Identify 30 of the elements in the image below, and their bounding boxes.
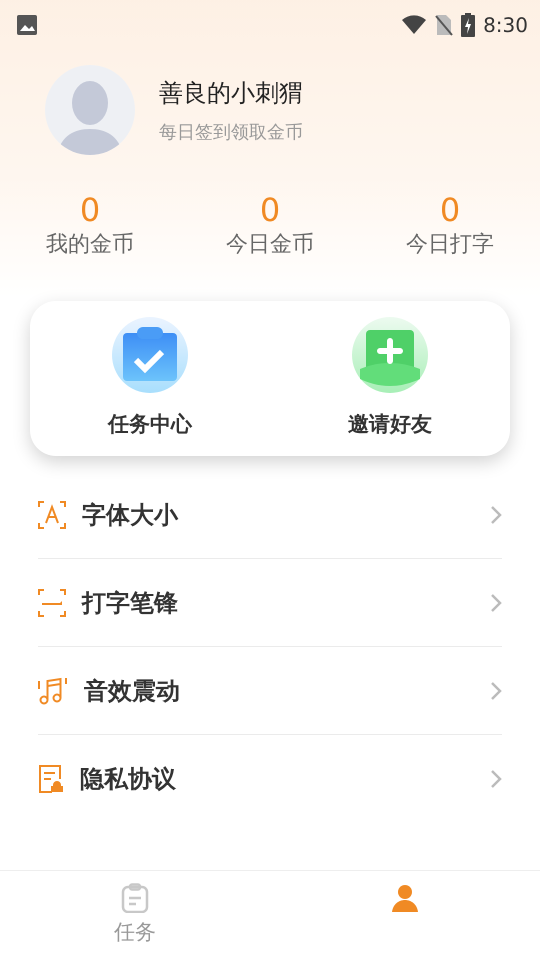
stat-label: 我的金币 (46, 231, 134, 260)
image-icon (16, 14, 38, 36)
stat-value: 0 (440, 193, 460, 228)
add-card-icon[interactable] (352, 316, 428, 393)
person-icon[interactable] (390, 883, 420, 913)
no-sim-icon (435, 14, 454, 36)
chevron-right-icon (490, 769, 502, 790)
menu-item[interactable]: 音效震动 (38, 647, 502, 736)
menu-item[interactable]: 隐私协议 (38, 735, 502, 824)
chevron-right-icon (490, 592, 502, 613)
wifi-icon (401, 15, 428, 35)
document-lock-icon (38, 765, 64, 794)
stat-value: 0 (260, 193, 280, 228)
stat-label: 今日金币 (226, 231, 314, 260)
font-size-icon (38, 500, 66, 529)
menu-item[interactable]: 字体大小 (38, 471, 502, 560)
menu-item[interactable]: 打字笔锋 (38, 559, 502, 648)
chevron-right-icon (490, 680, 502, 701)
action-label[interactable]: 任务中心 (108, 408, 192, 440)
stat-value: 0 (80, 193, 100, 228)
user-name: 善良的小刺猬 (159, 78, 303, 108)
action-label[interactable]: 邀请好友 (348, 408, 432, 440)
clipboard-check-icon[interactable] (112, 316, 188, 393)
battery-icon (461, 13, 476, 37)
clipboard-icon[interactable] (120, 883, 150, 913)
status-time: 8:30 (483, 12, 528, 39)
chevron-right-icon (490, 504, 502, 525)
dash-frame-icon (38, 588, 66, 617)
stat-label: 今日打字 (406, 231, 494, 260)
music-note-icon (38, 676, 68, 705)
